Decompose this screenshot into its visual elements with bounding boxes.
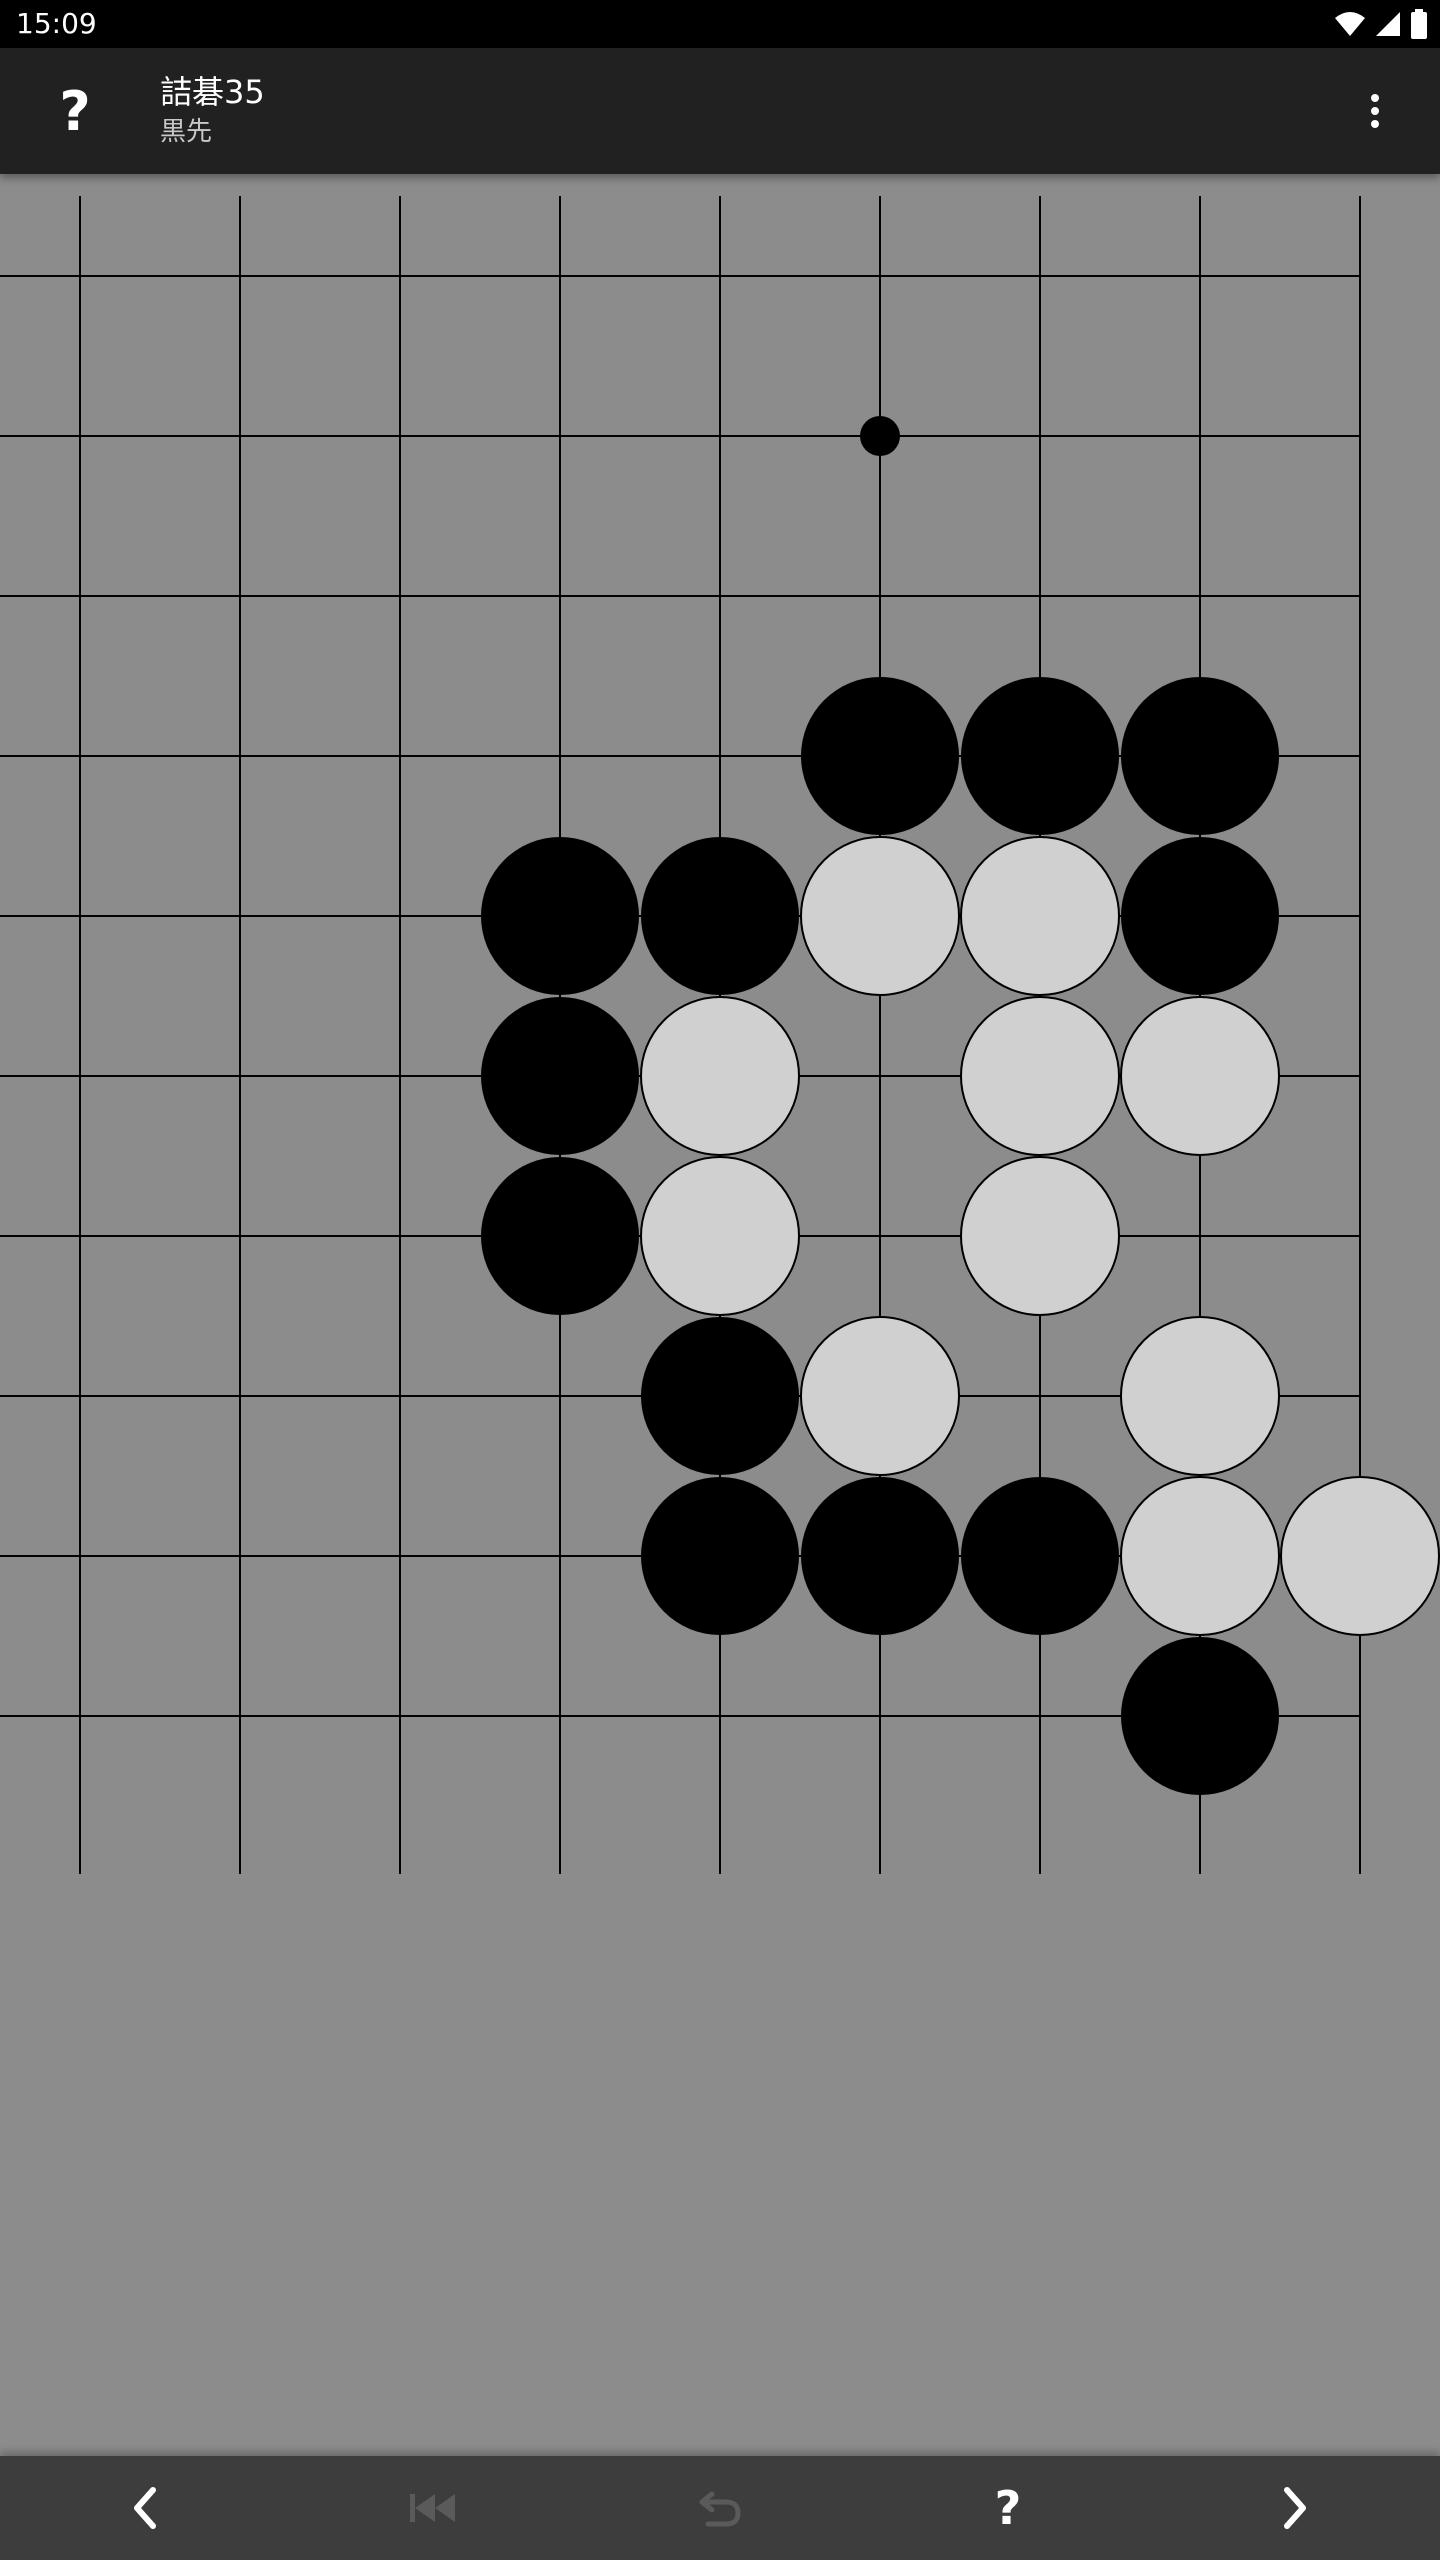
- white-stone: [960, 836, 1120, 996]
- page-title: 詰碁35: [160, 73, 265, 111]
- hint-button[interactable]: ?: [864, 2456, 1152, 2560]
- black-stone: [961, 677, 1119, 835]
- star-point: [860, 416, 900, 456]
- white-stone: [1120, 1316, 1280, 1476]
- undo-button[interactable]: [576, 2456, 864, 2560]
- hint-question-icon: ?: [994, 2481, 1022, 2535]
- white-stone: [960, 996, 1120, 1156]
- battery-icon: [1411, 9, 1427, 39]
- reset-to-start-button[interactable]: [288, 2456, 576, 2560]
- bottom-toolbar: ?: [0, 2456, 1440, 2560]
- previous-problem-button[interactable]: [0, 2456, 288, 2560]
- status-time: 15:09: [16, 7, 97, 40]
- go-board[interactable]: [0, 174, 1440, 1874]
- black-stone: [801, 1477, 959, 1635]
- next-problem-button[interactable]: [1152, 2456, 1440, 2560]
- white-stone: [1120, 1476, 1280, 1636]
- board-canvas[interactable]: [0, 174, 1440, 1874]
- black-stone: [1121, 1637, 1279, 1795]
- white-stone: [1280, 1476, 1440, 1636]
- app-bar: ? 詰碁35 黒先: [0, 48, 1440, 174]
- black-stone: [481, 1157, 639, 1315]
- undo-icon: [699, 2491, 741, 2527]
- black-stone: [641, 1477, 799, 1635]
- page-subtitle: 黒先: [160, 117, 213, 147]
- overflow-menu-button[interactable]: [1330, 66, 1420, 156]
- cell-signal-icon: [1376, 12, 1400, 36]
- more-vert-icon: [1371, 94, 1379, 128]
- white-stone: [1120, 996, 1280, 1156]
- white-stone: [640, 1156, 800, 1316]
- white-stone: [640, 996, 800, 1156]
- black-stone: [481, 997, 639, 1155]
- white-stone: [800, 1316, 960, 1476]
- status-bar: 15:09: [0, 0, 1440, 48]
- skip-to-start-icon: [410, 2494, 455, 2522]
- black-stone: [641, 837, 799, 995]
- black-stone: [1121, 677, 1279, 835]
- white-stone: [800, 836, 960, 996]
- help-icon: ?: [59, 79, 91, 143]
- status-icons: [1334, 8, 1428, 40]
- wifi-icon: [1335, 12, 1365, 36]
- black-stone: [1121, 837, 1279, 995]
- black-stone: [481, 837, 639, 995]
- black-stone: [801, 677, 959, 835]
- black-stone: [961, 1477, 1119, 1635]
- help-button[interactable]: ?: [30, 66, 120, 156]
- white-stone: [960, 1156, 1120, 1316]
- chevron-left-icon: [134, 2487, 156, 2529]
- black-stone: [641, 1317, 799, 1475]
- chevron-right-icon: [1284, 2487, 1306, 2529]
